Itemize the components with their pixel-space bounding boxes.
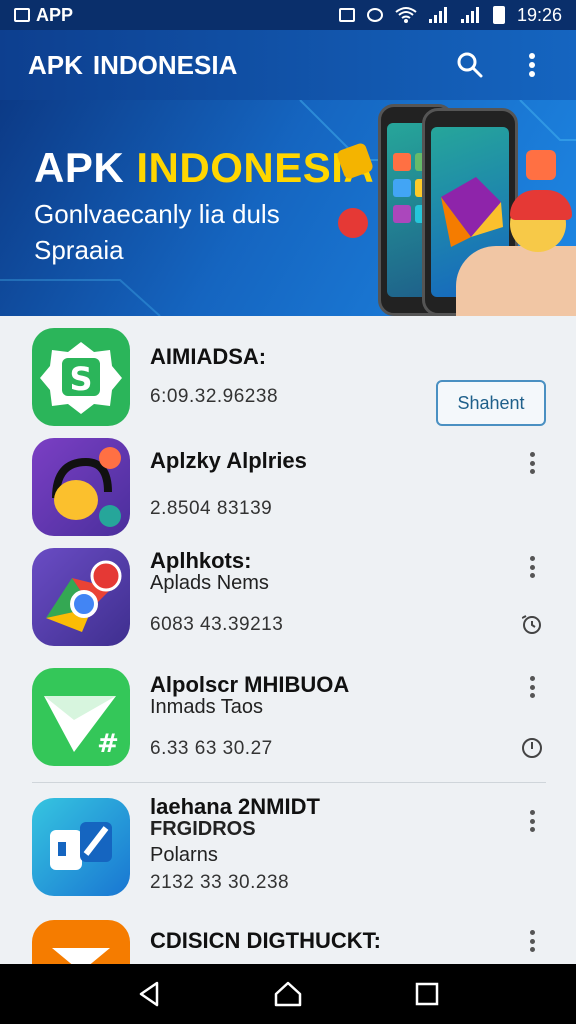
list-item[interactable]: CDISICN DIGTHUCKT: [0,914,576,964]
wifi-icon [395,7,417,23]
hand-image [456,246,576,316]
navigation-bar [0,964,576,1024]
banner-title: APK INDONESIA [34,144,374,192]
banner-subtitle: Gonlvaecanly lia duls Spraaia [34,199,280,265]
app-name: laehana 2NMIDT [150,794,320,819]
app-name: Alpolscr MHIBUOA [150,672,350,697]
status-bar: APP 19:26 [0,0,576,30]
logo-short: APK [28,49,83,80]
more-options-icon[interactable] [522,552,542,582]
battery-icon [492,6,505,24]
banner-floating-icon [526,150,556,180]
app-toolbar: APK INDONESIA [0,30,576,100]
app-logo[interactable]: APK INDONESIA [28,50,237,81]
toolbar-actions [454,49,548,81]
list-divider [32,782,546,783]
shopee-s-icon: S [32,328,130,426]
more-options-icon[interactable] [522,926,542,956]
app-meta: 6083 43.39213 [150,614,284,635]
status-bar-left: APP [14,5,73,26]
banner-title-apk: APK [34,144,125,191]
app-meta: 6:09.32.96238 [150,386,279,407]
app-name: Aplzky Alplries [150,448,307,473]
list-item[interactable]: laehana 2NMIDT FRGIDROS Polarns 2132 33 … [0,790,576,914]
more-options-icon[interactable] [522,806,542,836]
recents-icon[interactable] [407,974,447,1014]
promo-banner[interactable]: APK INDONESIA Gonlvaecanly lia duls Spra… [0,100,576,316]
download-status-icon[interactable] [520,612,544,636]
send-arrow-icon: # [32,668,130,766]
list-item[interactable]: S AIMIADSA: 6:09.32.96238 Shahent [0,316,576,436]
app-meta: 6.33 63 30.27 [150,738,273,759]
cube-graphic-icon [441,177,503,247]
app-name: AIMIADSA: [150,344,267,369]
back-icon[interactable] [129,974,169,1014]
status-app-label: APP [36,4,74,25]
svg-text:#: # [97,729,119,759]
logo-name: INDONESIA [92,49,238,80]
share-app-icon [32,798,130,896]
app-subtitle: Inmads Taos [150,696,264,718]
app-notification-icon [14,8,30,22]
timer-status-icon[interactable] [520,736,544,760]
signal-icon [428,7,449,23]
app-subtitle: Aplads Nems [150,572,269,594]
list-item[interactable]: Aplhkots: Aplads Nems 6083 43.39213 [0,546,576,666]
more-options-icon[interactable] [522,448,542,478]
logo-mark: APK [28,50,83,81]
app-meta: 2132 33 30.238 [150,872,290,893]
chrome-like-icon [32,548,130,646]
status-time: 19:26 [516,4,562,25]
app-subtitle-secondary: Polarns [150,844,218,866]
app-name: Aplhkots: [150,548,252,573]
app-name: CDISICN DIGTHUCKT: [150,928,381,953]
status-bar-right: 19:26 [338,4,562,26]
headphones-app-icon [32,438,130,536]
list-item[interactable]: Aplzky Alplries 2.8504 83139 [0,436,576,546]
red-app-icon [32,920,130,964]
signal-icon [460,7,481,23]
install-button[interactable]: Shahent [436,380,546,426]
more-options-icon[interactable] [522,672,542,702]
app-meta: 2.8504 83139 [150,498,273,519]
app-list: S AIMIADSA: 6:09.32.96238 Shahent Aplzky… [0,316,576,964]
overflow-menu-icon[interactable] [516,49,548,81]
app-subtitle: FRGIDROS [150,818,256,840]
list-item[interactable]: # Alpolscr MHIBUOA Inmads Taos 6.33 63 3… [0,666,576,782]
alarm-icon [366,8,383,22]
home-icon[interactable] [268,974,308,1014]
svg-text:S: S [69,360,92,398]
vibrate-icon [338,8,355,22]
search-icon[interactable] [454,49,486,81]
banner-floating-icon [338,208,368,238]
